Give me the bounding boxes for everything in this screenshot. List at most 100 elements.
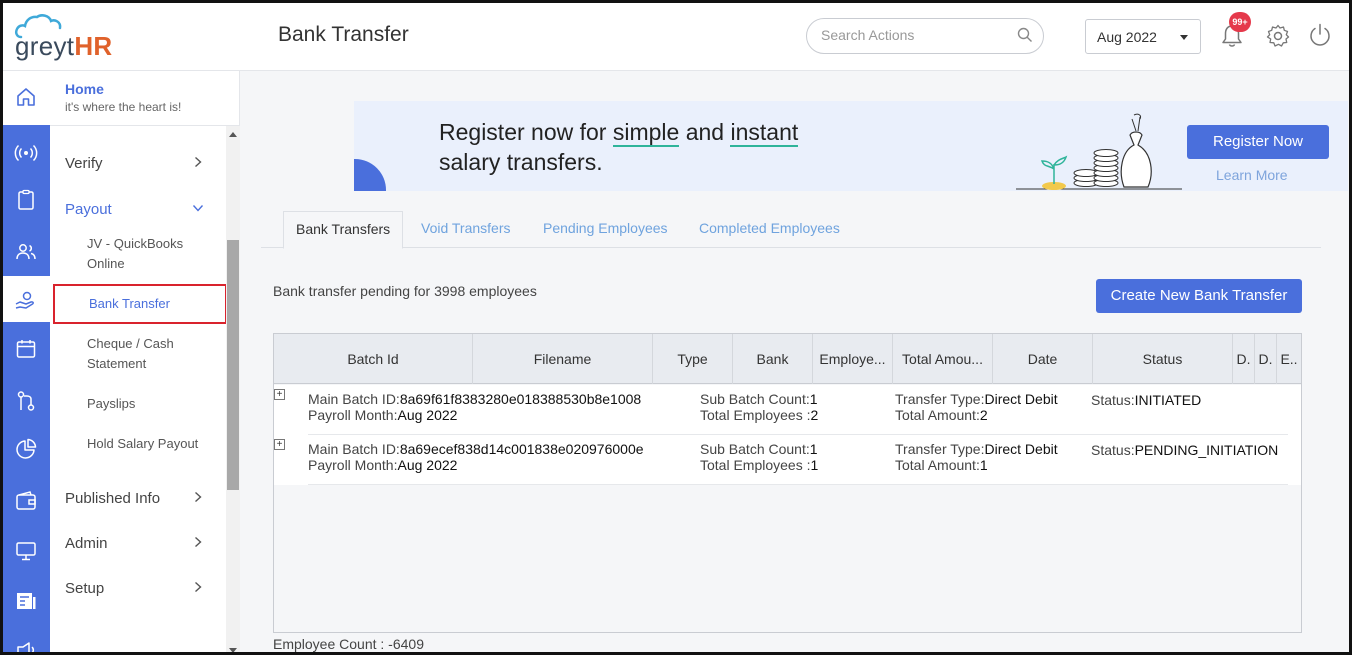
clipboard-icon[interactable]	[14, 188, 38, 212]
expand-row-icon[interactable]: +	[274, 439, 285, 450]
search-input[interactable]	[821, 27, 1001, 43]
sidebar-item-published-info[interactable]: Published Info	[65, 490, 160, 507]
calendar-icon[interactable]	[14, 337, 38, 361]
sidebar-sub-payslips[interactable]: Payslips	[87, 394, 217, 414]
sidebar-item-verify[interactable]: Verify	[65, 155, 103, 172]
column-header-bank[interactable]: Bank	[733, 334, 813, 384]
tab-completed-employees[interactable]: Completed Employees	[699, 220, 840, 236]
money-illustration-icon	[1016, 113, 1182, 190]
wallet-icon[interactable]	[14, 489, 38, 513]
register-now-button[interactable]: Register Now	[1187, 125, 1329, 159]
column-header-type[interactable]: Type	[653, 334, 733, 384]
payroll-month-cell: Payroll Month:Aug 2022	[308, 457, 458, 473]
tab-void-transfers[interactable]: Void Transfers	[421, 220, 511, 236]
batch-grid: Batch Id Filename Type Bank Employe... T…	[273, 333, 1302, 633]
greythr-logo[interactable]: greytHR	[13, 11, 125, 63]
home-subtitle: it's where the heart is!	[65, 100, 182, 114]
chevron-right-icon	[195, 581, 202, 593]
tab-pending-employees[interactable]: Pending Employees	[543, 220, 668, 236]
column-header-employees[interactable]: Employe...	[813, 334, 893, 384]
page-title: Bank Transfer	[278, 23, 409, 46]
month-select-value: Aug 2022	[1097, 29, 1157, 45]
people-icon[interactable]	[14, 239, 38, 263]
total-amount-cell: Total Amount:2	[895, 407, 988, 423]
workflow-icon[interactable]	[14, 389, 38, 413]
sidebar-sub-cheque-cash[interactable]: Cheque / Cash Statement	[87, 334, 217, 374]
expand-row-icon[interactable]: +	[274, 389, 285, 400]
column-header-total-amount[interactable]: Total Amou...	[893, 334, 993, 384]
table-row[interactable]: + Main Batch ID:8a69f61f8383280e01838853…	[274, 385, 1301, 435]
gear-icon[interactable]	[1265, 23, 1291, 49]
transfer-type-cell: Transfer Type:Direct Debit	[895, 391, 1058, 407]
document-icon[interactable]	[14, 589, 38, 613]
home-title: Home	[65, 81, 104, 97]
tab-bank-transfers[interactable]: Bank Transfers	[283, 211, 404, 249]
sidebar-item-setup[interactable]: Setup	[65, 580, 104, 597]
scroll-up-arrow-icon[interactable]	[229, 132, 237, 137]
banner-headline-line1: Register now for simple and instant	[439, 119, 799, 147]
sub-batch-count-cell: Sub Batch Count:1	[700, 441, 818, 457]
pending-transfer-message: Bank transfer pending for 3998 employees	[273, 283, 537, 299]
payout-hand-icon[interactable]	[14, 289, 38, 313]
sidebar-sub-bank-transfer-label: Bank Transfer	[89, 296, 170, 311]
total-employees-cell: Total Employees :1	[700, 457, 819, 473]
app-window: greytHR Bank Transfer Aug 2022 99+	[0, 0, 1352, 655]
banner-decoration	[354, 159, 386, 191]
row-divider	[308, 484, 1288, 485]
bank-transfer-panel: Bank Transfers Void Transfers Pending Em…	[261, 208, 1321, 652]
chevron-right-icon	[195, 491, 202, 503]
status-cell: Status:PENDING_INITIATION	[1091, 442, 1279, 458]
sidebar-scrollbar[interactable]	[226, 126, 240, 652]
employee-count: Employee Count : -6409	[273, 636, 424, 652]
total-amount-cell: Total Amount:1	[895, 457, 988, 473]
power-icon[interactable]	[1307, 22, 1333, 48]
transfer-type-cell: Transfer Type:Direct Debit	[895, 441, 1058, 457]
top-header: greytHR Bank Transfer Aug 2022 99+	[3, 3, 1349, 71]
column-header-batch-id[interactable]: Batch Id	[274, 334, 473, 384]
sidebar-item-admin[interactable]: Admin	[65, 535, 108, 552]
home-icon[interactable]	[14, 85, 38, 109]
main-batch-id-cell: Main Batch ID:8a69f61f8383280e018388530b…	[308, 391, 642, 407]
notification-badge: 99+	[1229, 12, 1251, 32]
menu-divider	[50, 125, 240, 126]
radio-icon[interactable]	[14, 141, 38, 165]
sidebar-sub-jv-quickbooks[interactable]: JV - QuickBooks Online	[87, 234, 217, 274]
tab-bar: Bank Transfers Void Transfers Pending Em…	[261, 208, 1321, 249]
create-bank-transfer-button[interactable]: Create New Bank Transfer	[1096, 279, 1302, 313]
promo-banner: Register now for simple and instant sala…	[354, 101, 1348, 191]
table-row[interactable]: + Main Batch ID:8a69ecef838d14c001838e02…	[274, 435, 1301, 485]
column-header-e[interactable]: E..	[1277, 334, 1301, 384]
sidebar-sub-hold-salary[interactable]: Hold Salary Payout	[87, 434, 217, 454]
main-batch-id-cell: Main Batch ID:8a69ecef838d14c001838e0209…	[308, 441, 644, 457]
learn-more-link[interactable]: Learn More	[1216, 167, 1288, 183]
chevron-right-icon	[195, 156, 202, 168]
chevron-down-icon	[192, 205, 204, 212]
scrollbar-thumb[interactable]	[227, 240, 239, 490]
status-cell: Status:INITIATED	[1091, 392, 1202, 408]
total-employees-cell: Total Employees :2	[700, 407, 819, 423]
sidebar-item-payout[interactable]: Payout	[65, 201, 112, 218]
sub-batch-count-cell: Sub Batch Count:1	[700, 391, 818, 407]
banner-headline-line2: salary transfers.	[439, 149, 603, 175]
month-select[interactable]: Aug 2022	[1085, 19, 1201, 54]
sidebar-menu: Home it's where the heart is! Verify Pay…	[50, 71, 240, 652]
search-box[interactable]	[806, 18, 1044, 54]
chevron-right-icon	[195, 536, 202, 548]
column-header-d2[interactable]: D.	[1255, 334, 1277, 384]
column-header-status[interactable]: Status	[1093, 334, 1233, 384]
megaphone-icon[interactable]	[14, 637, 38, 655]
grid-header: Batch Id Filename Type Bank Employe... T…	[274, 334, 1301, 384]
search-icon[interactable]	[1017, 27, 1033, 43]
logo-text: greytHR	[15, 31, 113, 61]
caret-down-icon	[1180, 35, 1188, 40]
column-header-date[interactable]: Date	[993, 334, 1093, 384]
scroll-down-arrow-icon[interactable]	[229, 648, 237, 652]
column-header-filename[interactable]: Filename	[473, 334, 653, 384]
payroll-month-cell: Payroll Month:Aug 2022	[308, 407, 458, 423]
pie-chart-icon[interactable]	[14, 437, 38, 461]
monitor-icon[interactable]	[14, 539, 38, 563]
column-header-d1[interactable]: D.	[1233, 334, 1255, 384]
sidebar-sub-bank-transfer[interactable]: Bank Transfer	[53, 284, 227, 324]
sidebar-home-link[interactable]: Home it's where the heart is!	[65, 81, 181, 114]
icon-rail	[3, 71, 50, 655]
